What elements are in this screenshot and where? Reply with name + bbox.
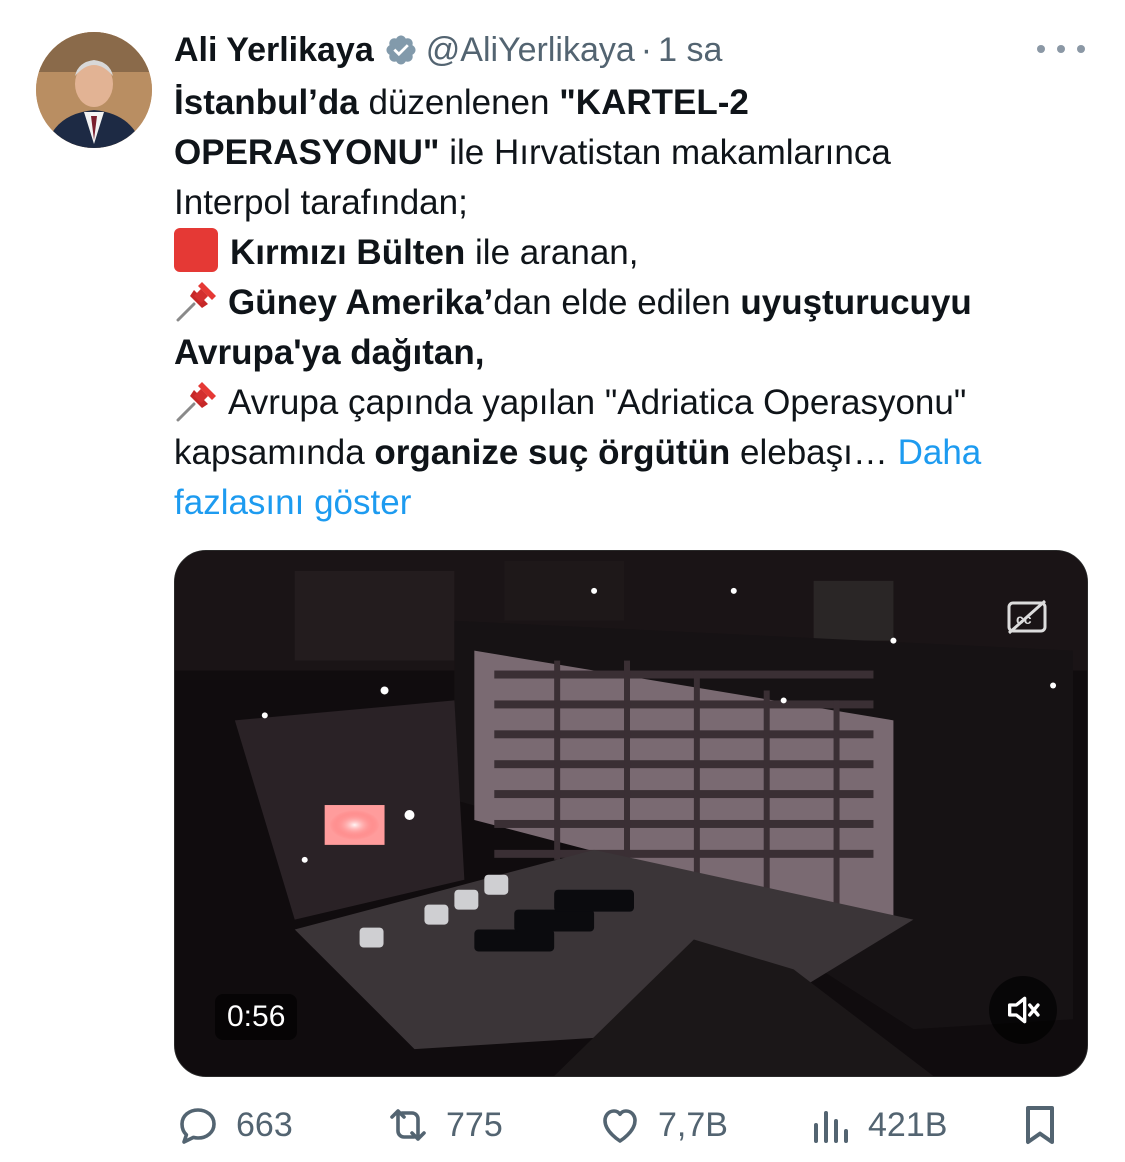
retweet-button[interactable]: 775: [384, 1095, 503, 1155]
text-bold: Kırmızı Bülten: [230, 233, 466, 272]
views-count: 421B: [868, 1105, 948, 1144]
tweet-timestamp[interactable]: 1 sa: [658, 31, 722, 70]
text-bold: Avrupa'ya dağıtan,: [174, 333, 485, 372]
more-options-icon[interactable]: [1037, 34, 1085, 64]
tweet-header: Ali Yerlikaya @AliYerlikaya · 1 sa: [174, 26, 1085, 74]
text-bold: OPERASYONU": [174, 133, 440, 172]
text-bold: organize suç örgütün: [374, 433, 731, 472]
tweet-line: Interpol tarafından;: [174, 178, 1094, 228]
views-button[interactable]: 421B: [806, 1095, 947, 1155]
tweet-line: İstanbul’da düzenlenen "KARTEL-2: [174, 78, 1094, 128]
bookmark-button[interactable]: [1016, 1095, 1078, 1155]
tweet-line: OPERASYONU" ile Hırvatistan makamlarınca: [174, 128, 1094, 178]
text-span: düzenlenen: [358, 83, 560, 122]
tweet-text: İstanbul’da düzenlenen "KARTEL-2 OPERASY…: [174, 78, 1094, 528]
retweet-count: 775: [446, 1105, 503, 1144]
tweet-action-bar: 663 775 7,7B 421B: [174, 1095, 1074, 1155]
pushpin-emoji-icon: [176, 382, 216, 422]
show-more-link[interactable]: Daha: [898, 433, 982, 472]
text-bold: İstanbul’da: [174, 83, 359, 122]
tweet-line: Avrupa çapında yapılan "Adriatica Operas…: [174, 378, 1094, 428]
show-more-link[interactable]: fazlasını göster: [174, 483, 411, 522]
text-span: ile Hırvatistan makamlarınca: [439, 133, 891, 172]
meta-separator: ·: [640, 30, 653, 69]
reply-button[interactable]: 663: [174, 1095, 293, 1155]
text-bold: "KARTEL-2: [559, 83, 749, 122]
text-span: dan elde edilen: [493, 283, 741, 322]
tweet-line: fazlasını göster: [174, 478, 1094, 528]
text-span: ile aranan,: [465, 233, 639, 272]
tweet-line: Güney Amerika’dan elde edilen uyuşturucu…: [174, 278, 1094, 328]
video-frame: [175, 551, 1087, 1076]
retweet-icon: [390, 1109, 426, 1141]
video-duration: 0:56: [215, 994, 298, 1040]
reply-count: 663: [236, 1105, 293, 1144]
verified-badge-icon: [386, 35, 416, 65]
heart-icon: [603, 1109, 637, 1143]
text-bold: Güney Amerika’: [228, 283, 494, 322]
like-count: 7,7B: [658, 1105, 728, 1144]
bookmark-icon: [1026, 1106, 1054, 1144]
tweet-line: Avrupa'ya dağıtan,: [174, 328, 1094, 378]
author-avatar[interactable]: [36, 32, 152, 148]
text-span: Interpol tarafından;: [174, 183, 468, 222]
tweet-line: Kırmızı Bülten ile aranan,: [174, 228, 1094, 278]
reply-icon: [180, 1108, 216, 1144]
red-square-emoji-icon: [174, 228, 218, 272]
captions-off-icon[interactable]: cc: [1005, 597, 1049, 637]
text-span: elebaşı…: [730, 433, 898, 472]
video-player[interactable]: cc 0:56: [174, 550, 1088, 1077]
text-span: kapsamında: [174, 433, 375, 472]
author-name[interactable]: Ali Yerlikaya: [174, 31, 374, 70]
like-button[interactable]: 7,7B: [596, 1095, 728, 1155]
tweet-line: kapsamında organize suç örgütün elebaşı……: [174, 428, 1094, 478]
views-chart-icon: [814, 1111, 848, 1143]
text-span: Avrupa çapında yapılan "Adriatica Operas…: [228, 383, 967, 422]
author-handle[interactable]: @AliYerlikaya: [426, 31, 635, 70]
avatar-image: [36, 32, 152, 148]
text-bold: uyuşturucuyu: [740, 283, 972, 322]
unmute-button[interactable]: [989, 976, 1057, 1044]
pushpin-emoji-icon: [176, 282, 216, 322]
speaker-muted-icon: [1008, 996, 1040, 1024]
